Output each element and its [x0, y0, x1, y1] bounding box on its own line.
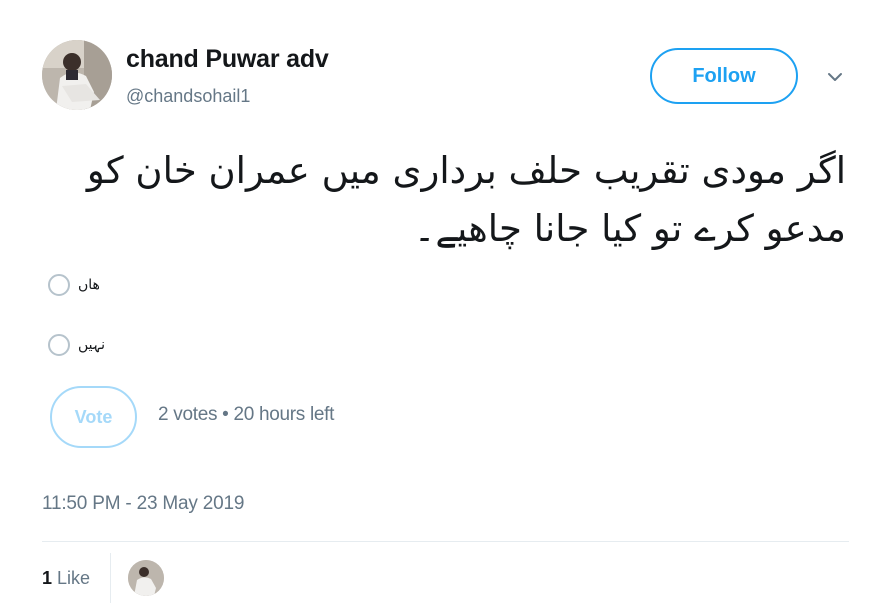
like-label: Like	[57, 568, 91, 588]
tweet-text-line: مدعو کرے تو کیا جانا چاھیے۔	[413, 207, 846, 250]
liker-avatar[interactable]	[128, 560, 164, 596]
divider	[42, 541, 849, 542]
tweet-text: اگر مودی تقریب حلف برداری میں عمران خان …	[60, 142, 846, 258]
chevron-down-icon[interactable]	[824, 66, 846, 88]
author-avatar[interactable]	[42, 40, 112, 110]
poll-option-label: نہیں	[78, 337, 105, 353]
poll-meta: 2 votes • 20 hours left	[158, 404, 335, 425]
author-handle[interactable]: @chandsohail1	[126, 86, 250, 107]
like-count: 1	[42, 568, 53, 588]
poll-option-label: ھاں	[78, 277, 100, 293]
likes-stat[interactable]: 1 Like	[42, 568, 90, 589]
follow-button[interactable]: Follow	[650, 48, 798, 104]
radio-button[interactable]	[48, 334, 70, 356]
poll-option-2[interactable]: نہیں	[48, 334, 105, 356]
poll-option-1[interactable]: ھاں	[48, 274, 100, 296]
radio-button[interactable]	[48, 274, 70, 296]
vote-button[interactable]: Vote	[50, 386, 137, 448]
author-display-name[interactable]: chand Puwar adv	[126, 45, 329, 74]
tweet-timestamp[interactable]: 11:50 PM - 23 May 2019	[42, 493, 244, 515]
tweet-text-line: اگر مودی تقریب حلف برداری میں عمران خان …	[86, 149, 846, 192]
vertical-divider	[110, 553, 111, 603]
